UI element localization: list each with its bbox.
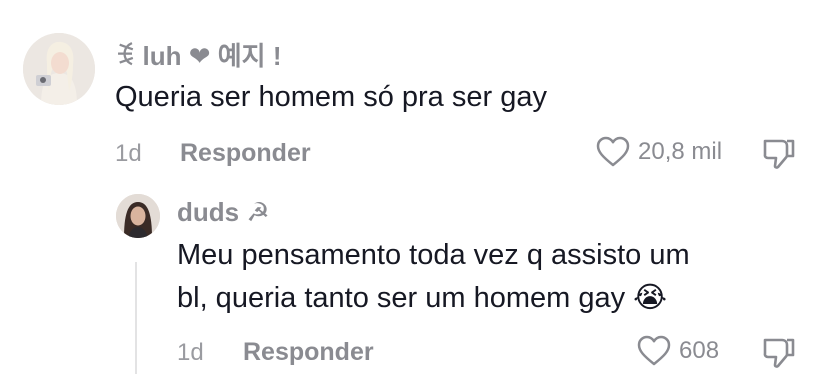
- reply-username[interactable]: duds ☭: [177, 197, 270, 228]
- reply-button[interactable]: Responder: [180, 139, 311, 168]
- comment-item: ꉂ luh ❤ 예지 ! Queria ser homem só pra ser…: [0, 0, 828, 180]
- reply-button[interactable]: Responder: [243, 338, 374, 367]
- thumbs-down-icon: [763, 139, 795, 169]
- like-button[interactable]: 20,8 mil: [596, 136, 722, 167]
- reply-timestamp: 1d: [177, 339, 204, 366]
- like-count: 608: [679, 336, 720, 364]
- reply-text-line-2: bl, queria tanto ser um homem gay 😭: [177, 282, 668, 314]
- heart-outline-icon: [596, 136, 630, 167]
- thumbs-down-icon: [763, 338, 795, 368]
- comment-timestamp: 1d: [115, 140, 142, 167]
- avatar[interactable]: [23, 33, 95, 105]
- dislike-button[interactable]: [762, 136, 796, 175]
- dislike-button[interactable]: [762, 335, 796, 374]
- like-button[interactable]: 608: [637, 335, 719, 366]
- comment-username[interactable]: ꉂ luh ❤ 예지 !: [115, 36, 281, 73]
- heart-outline-icon: [637, 335, 671, 366]
- like-count: 20,8 mil: [638, 137, 723, 165]
- reply-item: duds ☭ Meu pensamento toda vez q assisto…: [0, 180, 828, 384]
- reply-text-line-1: Meu pensamento toda vez q assisto um: [177, 239, 690, 271]
- avatar[interactable]: [116, 194, 160, 238]
- comment-text: Queria ser homem só pra ser gay: [115, 81, 547, 113]
